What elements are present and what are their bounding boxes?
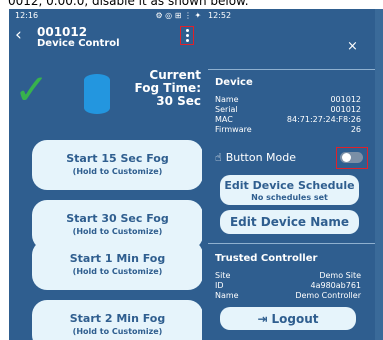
- chevron-left-icon[interactable]: ‹: [15, 27, 22, 44]
- status-bar: 12:52: [202, 9, 375, 21]
- hand-pointer-icon: ☝: [215, 151, 222, 164]
- device-serial-row: Serial 001012: [215, 105, 361, 114]
- divider: [208, 69, 375, 70]
- button-mode-toggle[interactable]: [340, 152, 363, 163]
- page-caption: 0012, 0.00.0, disable it as shown below.: [0, 0, 383, 9]
- device-id-title: 001012: [37, 25, 88, 39]
- fluid-tank-icon: [84, 74, 110, 114]
- device-control-screen: 12:16 ⚙ ◎ ⊞ ⋮ ✦ ᯤ ▮ ‹ 001012 Device Cont…: [9, 9, 224, 340]
- divider: [208, 243, 375, 244]
- controller-site-row: Site Demo Site: [215, 271, 361, 280]
- button-mode-label: Button Mode: [225, 151, 297, 164]
- start-1-min-fog-button[interactable]: Start 1 Min Fog (Hold to Customize): [32, 240, 203, 290]
- current-fog-time: Current Fog Time: 30 Sec: [134, 68, 201, 108]
- more-vertical-icon[interactable]: [180, 26, 194, 45]
- checkmark-icon: ✓: [14, 65, 50, 114]
- start-2-min-fog-button[interactable]: Start 2 Min Fog (Hold to Customize): [32, 300, 203, 340]
- screen-title: Device Control: [37, 38, 120, 49]
- device-settings-drawer: 12:52 × Device Name 001012 Serial 001012 M…: [202, 9, 375, 340]
- app-header: ‹ 001012 Device Control: [9, 21, 224, 57]
- device-mac-row: MAC 84:71:27:24:F8:26: [215, 115, 361, 124]
- status-bar: 12:16 ⚙ ◎ ⊞ ⋮ ✦ ᯤ ▮: [9, 9, 224, 21]
- controller-id-row: ID 4a980ab761: [215, 281, 361, 290]
- edit-device-schedule-button[interactable]: Edit Device Schedule No schedules set: [220, 175, 359, 205]
- edit-device-name-button[interactable]: Edit Device Name: [220, 210, 359, 234]
- trusted-controller-title: Trusted Controller: [215, 253, 318, 264]
- status-time: 12:16: [15, 10, 39, 20]
- logout-button[interactable]: ⇥ Logout: [220, 307, 356, 330]
- close-icon[interactable]: ×: [347, 39, 358, 54]
- logout-icon: ⇥: [257, 311, 268, 326]
- status-time: 12:52: [208, 10, 232, 20]
- button-mode-toggle-highlight: [336, 147, 368, 169]
- device-name-row: Name 001012: [215, 95, 361, 104]
- device-firmware-row: Firmware 26: [215, 125, 361, 134]
- device-section-title: Device: [215, 77, 253, 88]
- start-15-sec-fog-button[interactable]: Start 15 Sec Fog (Hold to Customize): [32, 140, 203, 190]
- fog-status-panel: ✓ Current Fog Time: 30 Sec ?: [9, 57, 224, 140]
- button-mode-row: ☝ Button Mode: [215, 151, 296, 164]
- controller-name-row: Name Demo Controller: [215, 291, 361, 300]
